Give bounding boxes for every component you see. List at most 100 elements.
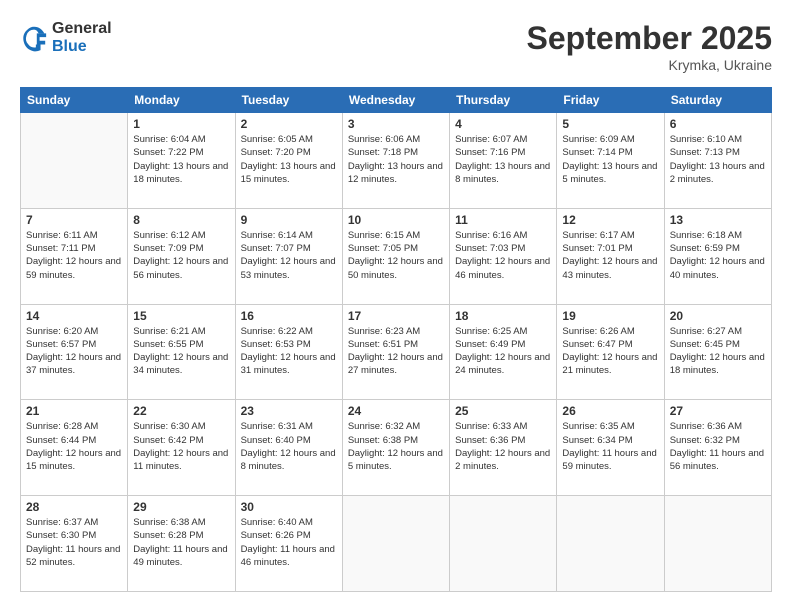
- day-number: 11: [455, 213, 551, 227]
- day-info: Sunrise: 6:15 AMSunset: 7:05 PMDaylight:…: [348, 229, 444, 282]
- calendar-cell: 1 Sunrise: 6:04 AMSunset: 7:22 PMDaylight…: [128, 113, 235, 209]
- day-number: 26: [562, 404, 658, 418]
- day-number: 14: [26, 309, 122, 323]
- day-number: 30: [241, 500, 337, 514]
- calendar-cell: 5 Sunrise: 6:09 AMSunset: 7:14 PMDaylight…: [557, 113, 664, 209]
- day-number: 3: [348, 117, 444, 131]
- day-info: Sunrise: 6:10 AMSunset: 7:13 PMDaylight:…: [670, 133, 766, 186]
- day-number: 6: [670, 117, 766, 131]
- location: Krymka, Ukraine: [527, 57, 772, 73]
- title-block: September 2025 Krymka, Ukraine: [527, 20, 772, 73]
- header-monday: Monday: [128, 88, 235, 113]
- header-saturday: Saturday: [664, 88, 771, 113]
- day-number: 13: [670, 213, 766, 227]
- day-number: 1: [133, 117, 229, 131]
- calendar-cell: 28 Sunrise: 6:37 AMSunset: 6:30 PMDayligh…: [21, 496, 128, 592]
- day-info: Sunrise: 6:30 AMSunset: 6:42 PMDaylight:…: [133, 420, 229, 473]
- day-info: Sunrise: 6:18 AMSunset: 6:59 PMDaylight:…: [670, 229, 766, 282]
- header-sunday: Sunday: [21, 88, 128, 113]
- day-number: 23: [241, 404, 337, 418]
- logo-text: General Blue: [52, 20, 112, 55]
- day-number: 24: [348, 404, 444, 418]
- calendar-week-row: 21 Sunrise: 6:28 AMSunset: 6:44 PMDayligh…: [21, 400, 772, 496]
- day-info: Sunrise: 6:25 AMSunset: 6:49 PMDaylight:…: [455, 325, 551, 378]
- calendar-cell: 26 Sunrise: 6:35 AMSunset: 6:34 PMDayligh…: [557, 400, 664, 496]
- calendar-cell: 11 Sunrise: 6:16 AMSunset: 7:03 PMDayligh…: [450, 208, 557, 304]
- header-friday: Friday: [557, 88, 664, 113]
- calendar-cell: 27 Sunrise: 6:36 AMSunset: 6:32 PMDayligh…: [664, 400, 771, 496]
- calendar-cell: 14 Sunrise: 6:20 AMSunset: 6:57 PMDayligh…: [21, 304, 128, 400]
- day-info: Sunrise: 6:11 AMSunset: 7:11 PMDaylight:…: [26, 229, 122, 282]
- day-info: Sunrise: 6:38 AMSunset: 6:28 PMDaylight:…: [133, 516, 229, 569]
- calendar-cell: [664, 496, 771, 592]
- calendar-cell: 9 Sunrise: 6:14 AMSunset: 7:07 PMDaylight…: [235, 208, 342, 304]
- header-thursday: Thursday: [450, 88, 557, 113]
- day-number: 7: [26, 213, 122, 227]
- calendar-cell: 6 Sunrise: 6:10 AMSunset: 7:13 PMDaylight…: [664, 113, 771, 209]
- day-number: 8: [133, 213, 229, 227]
- day-info: Sunrise: 6:04 AMSunset: 7:22 PMDaylight:…: [133, 133, 229, 186]
- day-info: Sunrise: 6:23 AMSunset: 6:51 PMDaylight:…: [348, 325, 444, 378]
- day-number: 27: [670, 404, 766, 418]
- day-info: Sunrise: 6:07 AMSunset: 7:16 PMDaylight:…: [455, 133, 551, 186]
- day-info: Sunrise: 6:33 AMSunset: 6:36 PMDaylight:…: [455, 420, 551, 473]
- day-number: 9: [241, 213, 337, 227]
- day-number: 16: [241, 309, 337, 323]
- day-info: Sunrise: 6:35 AMSunset: 6:34 PMDaylight:…: [562, 420, 658, 473]
- calendar-cell: 19Sunrise: 6:26 AMSunset: 6:47 PMDayligh…: [557, 304, 664, 400]
- day-info: Sunrise: 6:36 AMSunset: 6:32 PMDaylight:…: [670, 420, 766, 473]
- day-number: 10: [348, 213, 444, 227]
- day-number: 28: [26, 500, 122, 514]
- day-info: Sunrise: 6:40 AMSunset: 6:26 PMDaylight:…: [241, 516, 337, 569]
- calendar-week-row: 28 Sunrise: 6:37 AMSunset: 6:30 PMDayligh…: [21, 496, 772, 592]
- weekday-header-row: Sunday Monday Tuesday Wednesday Thursday…: [21, 88, 772, 113]
- calendar-cell: 25 Sunrise: 6:33 AMSunset: 6:36 PMDayligh…: [450, 400, 557, 496]
- page: General Blue September 2025 Krymka, Ukra…: [0, 0, 792, 612]
- logo-icon: [20, 24, 48, 52]
- day-info: Sunrise: 6:32 AMSunset: 6:38 PMDaylight:…: [348, 420, 444, 473]
- logo: General Blue: [20, 20, 112, 55]
- calendar-week-row: 7 Sunrise: 6:11 AMSunset: 7:11 PMDaylight…: [21, 208, 772, 304]
- day-info: Sunrise: 6:09 AMSunset: 7:14 PMDaylight:…: [562, 133, 658, 186]
- calendar-cell: [450, 496, 557, 592]
- calendar-cell: 13 Sunrise: 6:18 AMSunset: 6:59 PMDayligh…: [664, 208, 771, 304]
- day-number: 2: [241, 117, 337, 131]
- header-tuesday: Tuesday: [235, 88, 342, 113]
- day-info: Sunrise: 6:21 AMSunset: 6:55 PMDaylight:…: [133, 325, 229, 378]
- day-info: Sunrise: 6:20 AMSunset: 6:57 PMDaylight:…: [26, 325, 122, 378]
- day-number: 29: [133, 500, 229, 514]
- calendar-cell: 16Sunrise: 6:22 AMSunset: 6:53 PMDayligh…: [235, 304, 342, 400]
- calendar-week-row: 14 Sunrise: 6:20 AMSunset: 6:57 PMDayligh…: [21, 304, 772, 400]
- calendar-table: Sunday Monday Tuesday Wednesday Thursday…: [20, 87, 772, 592]
- calendar-cell: 8 Sunrise: 6:12 AMSunset: 7:09 PMDaylight…: [128, 208, 235, 304]
- calendar-cell: [557, 496, 664, 592]
- calendar-cell: 15 Sunrise: 6:21 AMSunset: 6:55 PMDayligh…: [128, 304, 235, 400]
- calendar-cell: 12Sunrise: 6:17 AMSunset: 7:01 PMDayligh…: [557, 208, 664, 304]
- calendar-cell: 3 Sunrise: 6:06 AMSunset: 7:18 PMDaylight…: [342, 113, 449, 209]
- calendar-cell: 24 Sunrise: 6:32 AMSunset: 6:38 PMDayligh…: [342, 400, 449, 496]
- calendar-cell: 30 Sunrise: 6:40 AMSunset: 6:26 PMDayligh…: [235, 496, 342, 592]
- day-number: 5: [562, 117, 658, 131]
- day-number: 25: [455, 404, 551, 418]
- day-info: Sunrise: 6:16 AMSunset: 7:03 PMDaylight:…: [455, 229, 551, 282]
- day-number: 20: [670, 309, 766, 323]
- calendar-cell: 2Sunrise: 6:05 AMSunset: 7:20 PMDaylight…: [235, 113, 342, 209]
- month-title: September 2025: [527, 20, 772, 57]
- calendar-cell: [21, 113, 128, 209]
- day-info: Sunrise: 6:28 AMSunset: 6:44 PMDaylight:…: [26, 420, 122, 473]
- day-info: Sunrise: 6:14 AMSunset: 7:07 PMDaylight:…: [241, 229, 337, 282]
- calendar-cell: 4Sunrise: 6:07 AMSunset: 7:16 PMDaylight…: [450, 113, 557, 209]
- calendar-cell: 29 Sunrise: 6:38 AMSunset: 6:28 PMDayligh…: [128, 496, 235, 592]
- day-info: Sunrise: 6:37 AMSunset: 6:30 PMDaylight:…: [26, 516, 122, 569]
- logo-blue-text: Blue: [52, 38, 112, 56]
- calendar-cell: 18 Sunrise: 6:25 AMSunset: 6:49 PMDayligh…: [450, 304, 557, 400]
- day-info: Sunrise: 6:12 AMSunset: 7:09 PMDaylight:…: [133, 229, 229, 282]
- day-number: 18: [455, 309, 551, 323]
- day-info: Sunrise: 6:17 AMSunset: 7:01 PMDaylight:…: [562, 229, 658, 282]
- day-info: Sunrise: 6:31 AMSunset: 6:40 PMDaylight:…: [241, 420, 337, 473]
- day-info: Sunrise: 6:06 AMSunset: 7:18 PMDaylight:…: [348, 133, 444, 186]
- calendar-cell: 23 Sunrise: 6:31 AMSunset: 6:40 PMDayligh…: [235, 400, 342, 496]
- day-number: 15: [133, 309, 229, 323]
- day-number: 21: [26, 404, 122, 418]
- calendar-cell: 20Sunrise: 6:27 AMSunset: 6:45 PMDayligh…: [664, 304, 771, 400]
